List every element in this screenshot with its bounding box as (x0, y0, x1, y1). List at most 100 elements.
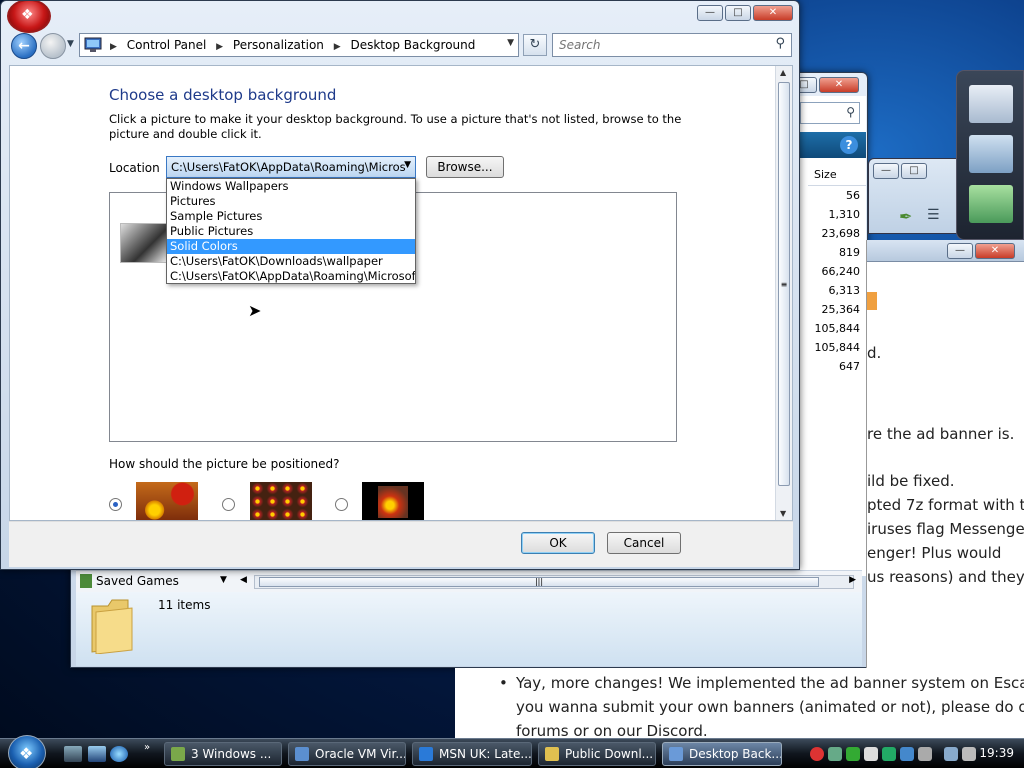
start-button[interactable]: ❖ (8, 735, 46, 768)
scroll-down-icon[interactable]: ▼ (780, 509, 786, 518)
location-option[interactable]: Public Pictures (167, 224, 415, 239)
tray-icon[interactable] (900, 747, 914, 761)
nav-item-saved-games[interactable]: Saved Games (96, 574, 179, 588)
taskbar-button-label: 3 Windows ... (191, 747, 272, 761)
ok-button[interactable]: OK (521, 532, 595, 554)
background-window: — □ ✒ ☰ (868, 158, 964, 234)
forward-button[interactable] (40, 33, 66, 59)
windows-sidebar (956, 70, 1024, 240)
chevron-right-icon[interactable]: ▶ (334, 42, 341, 52)
gadget-folder-green[interactable] (969, 185, 1013, 223)
scroll-left-icon[interactable]: ◀ (240, 575, 247, 585)
show-desktop-icon[interactable] (64, 746, 82, 762)
position-tile-preview[interactable] (250, 482, 312, 520)
location-option[interactable]: Sample Pictures (167, 209, 415, 224)
options-icon[interactable]: ☰ (927, 207, 940, 223)
position-fill-radio[interactable] (109, 498, 122, 511)
internet-explorer-icon[interactable] (110, 746, 128, 762)
taskbar-button[interactable]: Public Downl... (538, 742, 656, 766)
taskbar-button[interactable]: Oracle VM Vir... (288, 742, 406, 766)
breadcrumb-personalization[interactable]: Personalization (233, 38, 324, 52)
maximize-button[interactable]: □ (725, 5, 751, 21)
minimize-button[interactable]: — (873, 163, 899, 179)
vertical-scrollbar[interactable]: ▲ ≡ ▼ (775, 66, 792, 520)
rss-icon[interactable] (867, 292, 877, 310)
volume-icon[interactable] (962, 747, 976, 761)
search-input[interactable] (559, 38, 759, 52)
app-icon (171, 747, 185, 761)
tray-icon[interactable] (918, 747, 932, 761)
taskbar-button-label: Oracle VM Vir... (315, 747, 406, 761)
taskbar-button[interactable]: 3 Windows ... (164, 742, 282, 766)
explorer-caption-buttons: □ ✕ (791, 77, 859, 93)
explorer-toolbar: ? (800, 132, 866, 158)
chevron-down-icon[interactable]: ▼ (220, 575, 227, 585)
desktop-background-window: ❖ — □ ✕ ← ▼ ▶ Control Panel ▶ Personaliz… (0, 0, 800, 570)
app-icon (419, 747, 433, 761)
position-center-preview[interactable] (362, 482, 424, 520)
chevron-right-icon[interactable]: » (144, 742, 150, 753)
browse-button[interactable]: Browse... (426, 156, 504, 178)
refresh-button[interactable]: ↻ (523, 34, 547, 56)
close-button[interactable]: ✕ (753, 5, 793, 21)
position-fill-preview[interactable] (136, 482, 198, 520)
location-dropdown[interactable]: C:\Users\FatOK\AppData\Roaming\Micros ▼ (166, 156, 416, 178)
explorer-close-button[interactable]: ✕ (819, 77, 859, 93)
switch-windows-icon[interactable] (88, 746, 106, 762)
chevron-right-icon[interactable]: ▶ (110, 42, 117, 52)
news-bullet: Yay, more changes! We implemented the ad… (516, 674, 1024, 692)
size-column-header[interactable]: Size (808, 164, 866, 186)
back-button[interactable]: ← (11, 33, 37, 59)
search-field[interactable]: ⚲ (552, 33, 792, 57)
security-alert-icon[interactable] (810, 747, 824, 761)
scrollbar-thumb[interactable]: ≡ (778, 82, 790, 486)
breadcrumb-control-panel[interactable]: Control Panel (127, 38, 207, 52)
address-toolbar: ← ▼ ▶ Control Panel ▶ Personalization ▶ … (9, 31, 793, 59)
messenger-icon[interactable] (846, 747, 860, 761)
breadcrumb-desktop-background[interactable]: Desktop Background (350, 38, 475, 52)
cancel-button[interactable]: Cancel (607, 532, 681, 554)
clock[interactable]: 19:39 (979, 746, 1014, 760)
location-option[interactable]: Pictures (167, 194, 415, 209)
location-label: Location (109, 161, 160, 175)
taskbar-button-label: MSN UK: Late... (439, 747, 532, 761)
search-icon[interactable]: ⚲ (775, 36, 785, 51)
network-icon[interactable] (944, 747, 958, 761)
explorer-search-input[interactable]: ⚲ (800, 102, 860, 124)
file-size-cell: 56 (846, 189, 860, 202)
mouse-cursor-icon: ➤ (248, 301, 262, 320)
browser-line: re the ad banner is. (867, 425, 1015, 443)
position-tile-radio[interactable] (222, 498, 235, 511)
browser-line: iruses flag Messenger (867, 520, 1024, 538)
taskbar-button[interactable]: MSN UK: Late... (412, 742, 532, 766)
location-value: C:\Users\FatOK\AppData\Roaming\Micros (171, 160, 406, 174)
scroll-up-icon[interactable]: ▲ (780, 68, 786, 77)
page-title: Choose a desktop background (109, 86, 337, 104)
bullet-icon: • (499, 674, 508, 692)
help-icon[interactable]: ? (840, 136, 858, 154)
position-center-radio[interactable] (335, 498, 348, 511)
location-option[interactable]: C:\Users\FatOK\AppData\Roaming\Microsoft… (167, 269, 415, 284)
gadget-folder[interactable] (969, 135, 1013, 173)
news-bullet-line: you wanna submit your own banners (anima… (516, 698, 1024, 716)
chevron-down-icon[interactable]: ▼ (507, 38, 514, 48)
tray-icon[interactable] (864, 747, 878, 761)
maximize-button[interactable]: □ (901, 163, 927, 179)
taskbar-button[interactable]: Desktop Back... (662, 742, 782, 766)
chevron-down-icon[interactable]: ▼ (404, 160, 411, 170)
address-bar[interactable]: ▶ Control Panel ▶ Personalization ▶ Desk… (79, 33, 519, 57)
instructions-text: Click a picture to make it your desktop … (109, 112, 682, 141)
chevron-right-icon[interactable]: ▶ (216, 42, 223, 52)
location-option[interactable]: C:\Users\FatOK\Downloads\wallpaper (167, 254, 415, 269)
tray-icon[interactable] (828, 747, 842, 761)
location-option[interactable]: Windows Wallpapers (167, 179, 415, 194)
content-area: Choose a desktop background Click a pict… (9, 65, 793, 521)
picture-thumbnail[interactable] (120, 223, 168, 263)
gadget-notes[interactable] (969, 85, 1013, 123)
location-option[interactable]: Solid Colors (167, 239, 415, 254)
location-dropdown-list: Windows Wallpapers Pictures Sample Picture… (166, 178, 416, 284)
minimize-button[interactable]: — (697, 5, 723, 21)
brush-icon[interactable]: ✒ (899, 207, 912, 226)
tray-icon[interactable] (882, 747, 896, 761)
recent-pages-icon[interactable]: ▼ (67, 39, 74, 49)
